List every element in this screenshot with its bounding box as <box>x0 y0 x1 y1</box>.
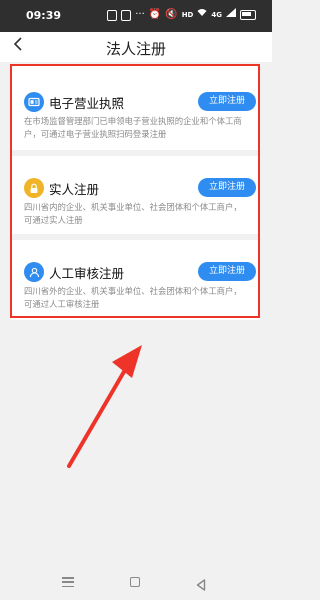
menu-icon[interactable] <box>62 577 74 587</box>
home-icon[interactable] <box>130 577 140 587</box>
back-triangle-icon[interactable] <box>196 576 206 595</box>
system-nav-bar <box>0 568 272 600</box>
arrow-annotation <box>67 345 142 468</box>
